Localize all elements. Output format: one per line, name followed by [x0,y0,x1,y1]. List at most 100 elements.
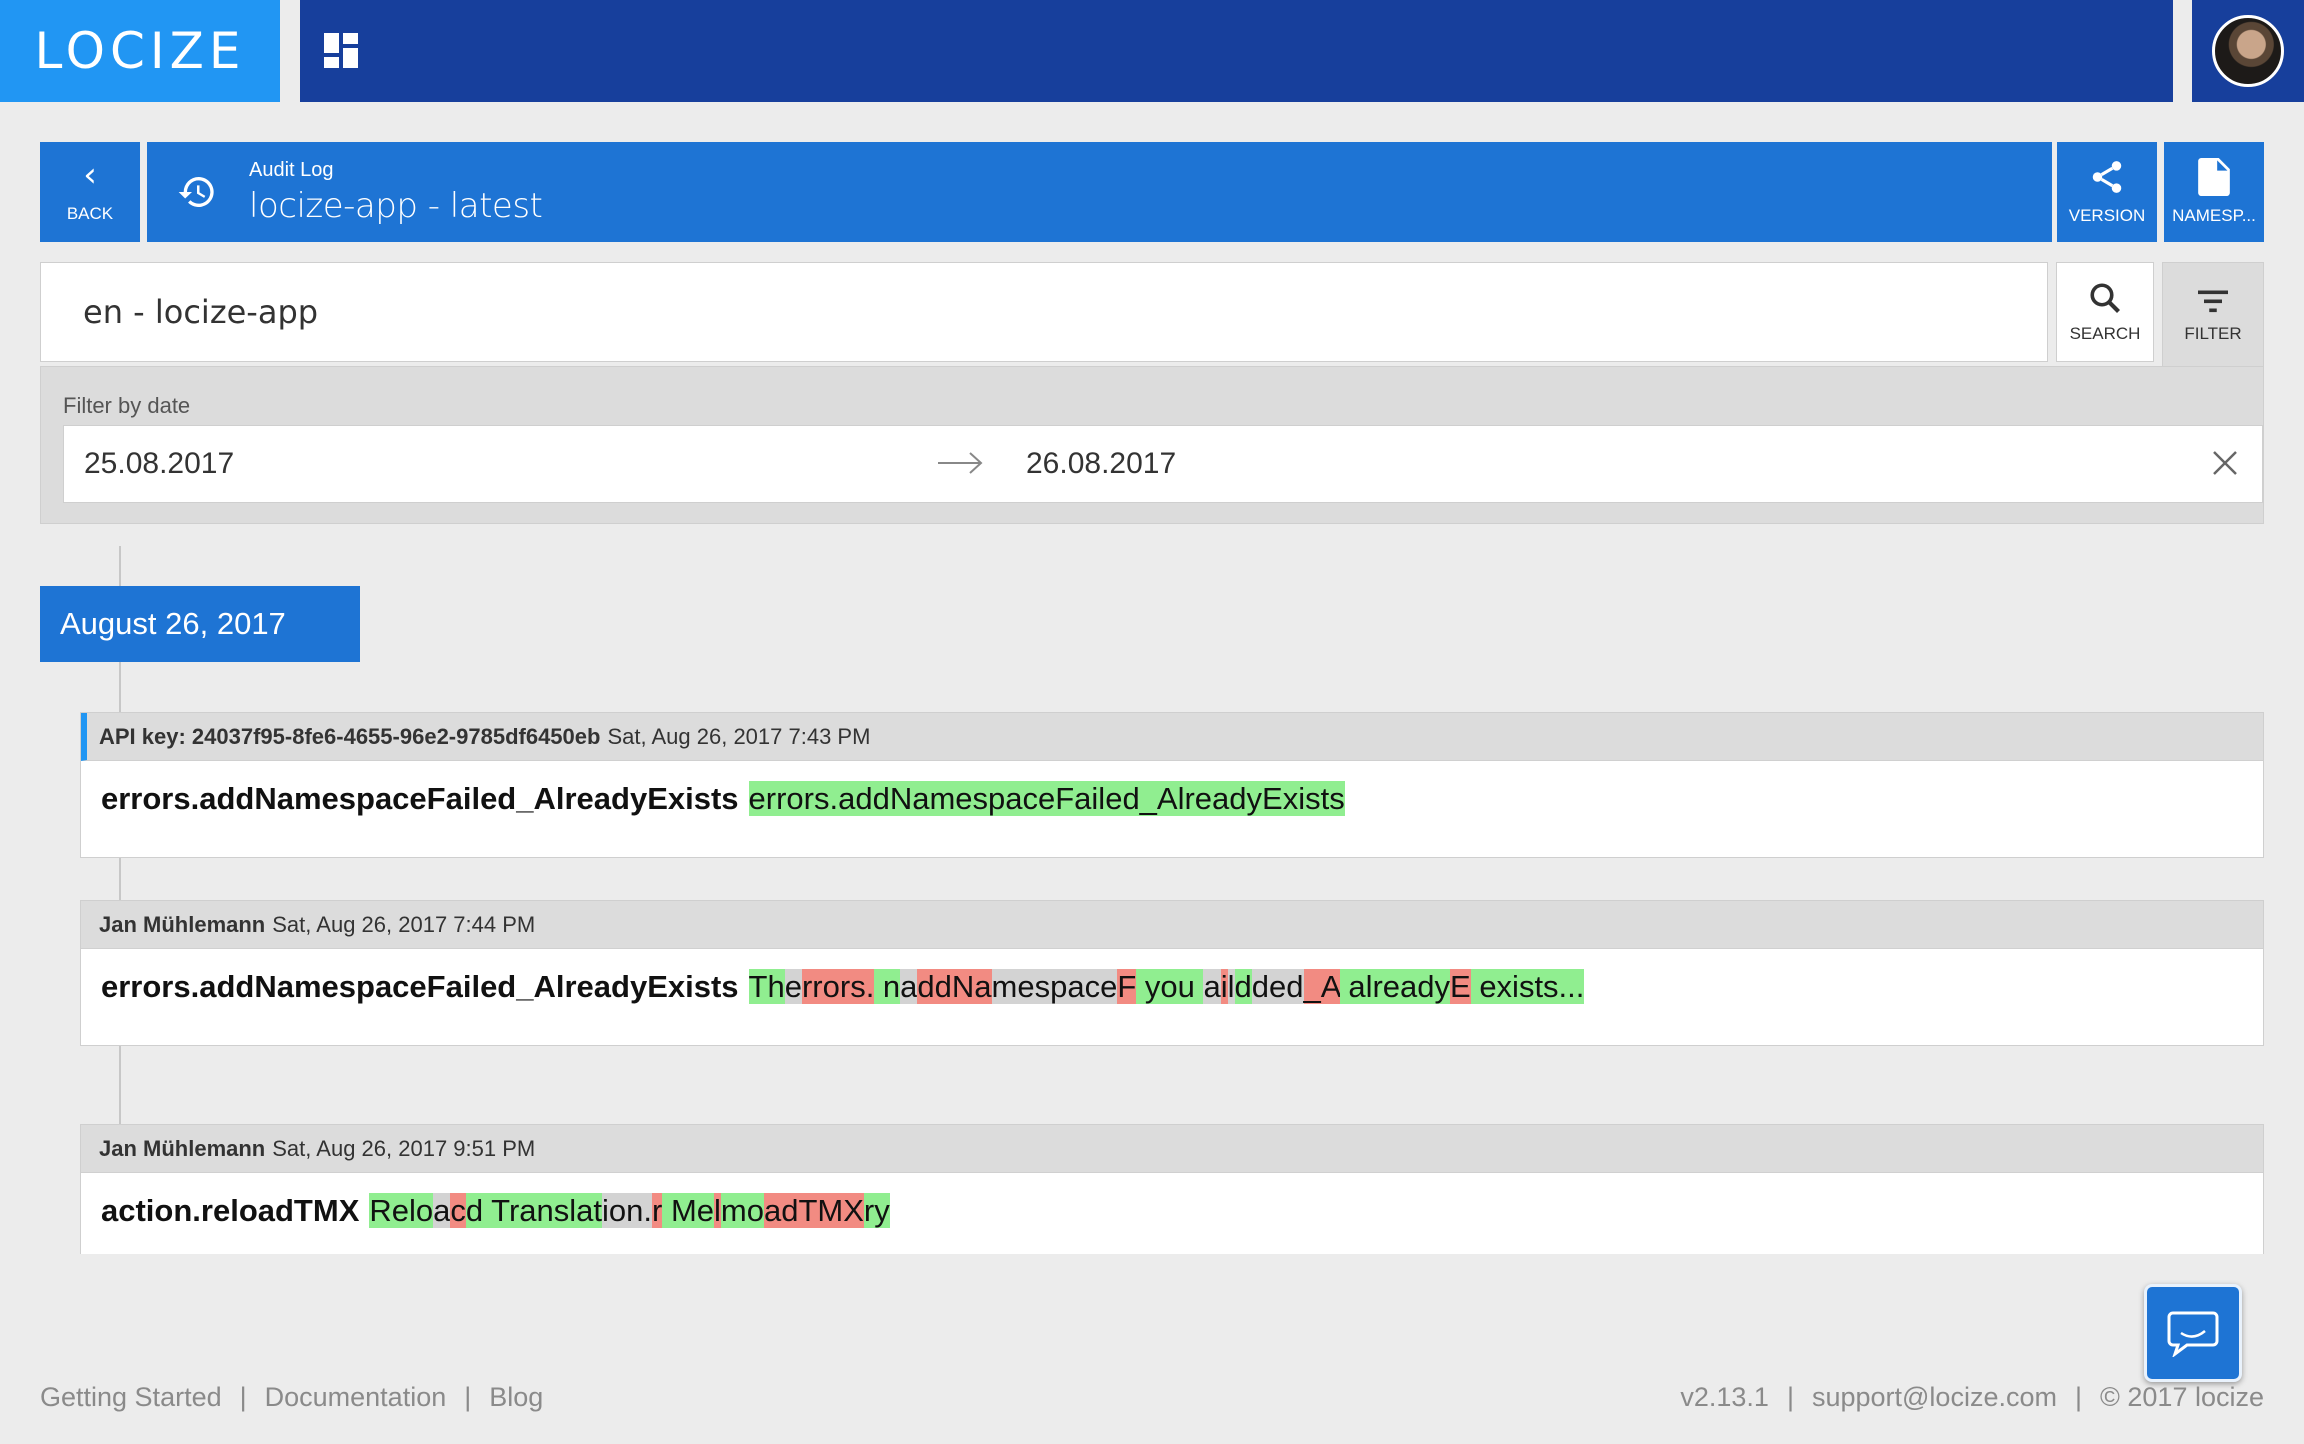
date-range-picker[interactable]: 25.08.2017 26.08.2017 [63,425,2263,503]
entry-diff: Reloacd Translation.r MelmoadTMXry [369,1193,890,1228]
entry-header: API key: 24037f95-8fe6-4655-96e2-9785df6… [81,713,2263,761]
logo-text: LOCIZE [34,22,246,80]
diff-segment-add: already [1339,969,1451,1004]
version-label: VERSION [2068,206,2146,225]
history-icon [178,177,214,207]
filter-by-date-label: Filter by date [63,393,191,418]
entry-body: action.reloadTMX Reloacd Translation.r Me… [81,1173,2263,1229]
diff-segment-del: E [1450,969,1471,1004]
getting-started-link[interactable]: Getting Started [40,1382,222,1413]
avatar[interactable] [2212,15,2284,87]
entry-diff: errors.addNamespaceFailed_AlreadyExists [748,781,1345,816]
diff-segment-add: d [1234,969,1252,1004]
namespace-button[interactable]: NAMESP... [2164,142,2264,242]
search-icon [2090,283,2120,313]
entry-author: Jan Mühlemann [99,1135,266,1161]
filter-button[interactable]: FILTER [2162,262,2264,366]
diff-segment-del: _A [1303,969,1340,1004]
close-icon[interactable] [2210,448,2240,478]
entry-timestamp: Sat, Aug 26, 2017 7:44 PM [272,911,536,937]
entry-author: Jan Mühlemann [99,911,266,937]
footer-separator: | [239,1382,247,1412]
entry-timestamp: Sat, Aug 26, 2017 9:51 PM [272,1135,536,1161]
chat-button[interactable] [2144,1284,2242,1382]
diff-segment-del: c [450,1193,466,1228]
diff-segment-add: Me [662,1193,715,1228]
footer-separator: | [1786,1382,1794,1412]
diff-segment-add: exists... [1470,969,1585,1004]
arrow-right-icon [938,452,983,474]
entry-diff: Therrors. naddNamespaceF you aildded_A a… [748,969,1585,1004]
diff-segment-add: n [874,969,901,1004]
diff-segment-add: Th [748,969,785,1004]
diff-segment-same: a [1203,969,1221,1004]
diff-segment-del: rrors. [801,969,875,1004]
documentation-link[interactable]: Documentation [265,1382,447,1413]
top-bar: LOCIZE [0,0,2304,102]
date-to-input[interactable]: 26.08.2017 [1026,447,1176,481]
page-title: locize-app - latest [249,185,543,226]
footer-separator: | [2074,1382,2082,1412]
entry-key: action.reloadTMX [101,1193,360,1228]
page-subtitle: Audit Log [249,158,334,181]
search-input-value: en - locize-app [83,293,319,331]
entry-body: errors.addNamespaceFailed_AlreadyExists T… [81,949,2263,1005]
entry-header: Jan Mühlemann Sat, Aug 26, 2017 9:51 PM [81,1125,2263,1173]
diff-segment-add: ry [863,1193,890,1228]
share-icon [2092,161,2122,193]
footer-info: v2.13.1 | support@locize.com | © 2017 lo… [1680,1382,2264,1413]
diff-segment-del: l [714,1193,721,1228]
chevron-left-icon: ‹ [83,155,97,195]
namespace-label: NAMESP... [2172,206,2256,225]
diff-segment-same: ion. [602,1193,652,1228]
filter-panel: Filter by date 25.08.2017 26.08.2017 [40,366,2264,524]
entry-timestamp: Sat, Aug 26, 2017 7:43 PM [607,723,871,749]
footer-separator: | [464,1382,472,1412]
dashboard-icon[interactable] [324,33,360,69]
diff-segment-add: you [1136,969,1204,1004]
entry-key: errors.addNamespaceFailed_AlreadyExists [101,969,739,1004]
diff-segment-add: d Translat [465,1193,603,1228]
filter-label: FILTER [2184,323,2242,343]
diff-segment-same: mespace [991,969,1118,1004]
audit-entry: Jan Mühlemann Sat, Aug 26, 2017 7:44 PM … [80,900,2264,1046]
copyright: © 2017 locize [2100,1382,2264,1412]
chat-icon [2167,1311,2219,1357]
entry-key: errors.addNamespaceFailed_AlreadyExists [101,781,739,816]
diff-segment-del: adTMX [763,1193,864,1228]
diff-segment-same: l [1227,969,1235,1004]
diff-segment-del: r [652,1193,663,1228]
date-from-input[interactable]: 25.08.2017 [84,447,234,481]
search-button[interactable]: SEARCH [2056,262,2154,362]
back-label: BACK [66,204,114,223]
diff-segment-same: e [784,969,802,1004]
audit-entry: API key: 24037f95-8fe6-4655-96e2-9785df6… [80,712,2264,858]
blog-link[interactable]: Blog [489,1382,543,1413]
nav-bar [300,0,2173,102]
back-button[interactable]: ‹ BACK [40,142,140,242]
diff-segment-del: F [1117,969,1137,1004]
file-icon [2198,158,2230,196]
timeline-date-header: August 26, 2017 [40,586,360,662]
entry-body: errors.addNamespaceFailed_AlreadyExists e… [81,761,2263,817]
page-header: Audit Log locize-app - latest [147,142,2052,242]
footer-links: Getting Started | Documentation | Blog [40,1382,543,1413]
support-email-link[interactable]: support@locize.com [1812,1382,2057,1413]
diff-segment-same: a [900,969,918,1004]
audit-entry: Jan Mühlemann Sat, Aug 26, 2017 9:51 PM … [80,1124,2264,1254]
diff-segment-add: mo [720,1193,764,1228]
diff-segment-add: Relo [369,1193,434,1228]
search-label: SEARCH [2069,324,2141,343]
entry-header: Jan Mühlemann Sat, Aug 26, 2017 7:44 PM [81,901,2263,949]
filter-icon [2198,290,2228,312]
version-button[interactable]: VERSION [2057,142,2157,242]
diff-segment-same: ded [1251,969,1304,1004]
diff-segment-del: i [1220,969,1228,1004]
entry-author: API key: 24037f95-8fe6-4655-96e2-9785df6… [99,723,601,749]
diff-segment-same: a [433,1193,451,1228]
search-input[interactable]: en - locize-app [40,262,2048,362]
user-menu[interactable] [2192,0,2304,102]
app-version: v2.13.1 [1680,1382,1769,1412]
diff-segment-del: ddNa [917,969,992,1004]
logo[interactable]: LOCIZE [0,0,280,102]
